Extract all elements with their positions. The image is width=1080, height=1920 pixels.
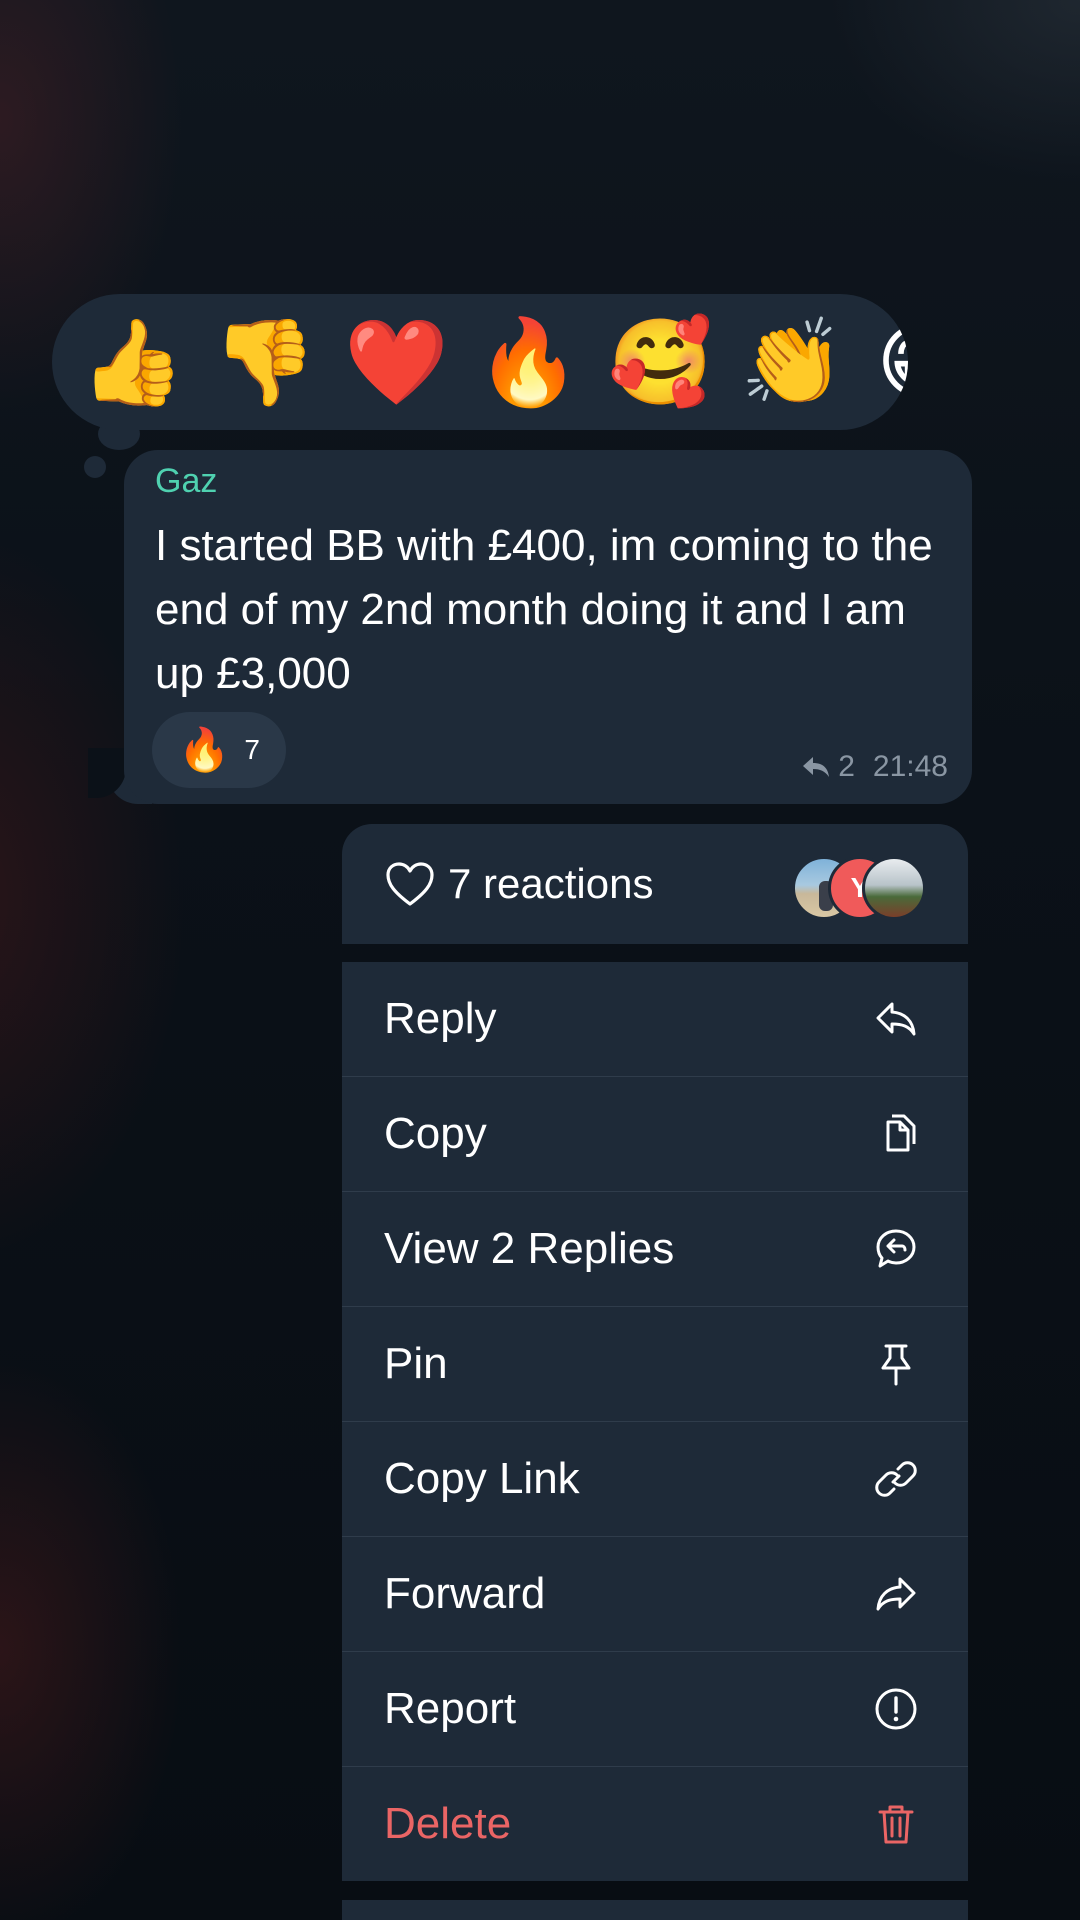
menu-item-copy[interactable]: Copy	[342, 1077, 968, 1192]
context-menu: Reply Copy View 2 Replies Pin Copy Link …	[342, 962, 968, 1881]
menu-item-label: Reply	[384, 994, 497, 1043]
menu-item-pin[interactable]: Pin	[342, 1307, 968, 1422]
message-text: I started BB with £400, im coming to the…	[155, 521, 933, 698]
reaction-emoji-row: 👍 👎 ❤️ 🔥 🥰 👏 😁	[80, 294, 908, 430]
report-icon	[872, 1685, 920, 1733]
heart-outline-icon	[386, 862, 434, 906]
menu-item-label: Pin	[384, 1339, 448, 1388]
copy-icon	[872, 1110, 920, 1158]
reaction-smiling-hearts[interactable]: 🥰	[608, 314, 713, 410]
forward-icon	[872, 1570, 920, 1618]
menu-item-report[interactable]: Report	[342, 1652, 968, 1767]
view-replies-icon	[872, 1225, 920, 1273]
menu-item-view-replies[interactable]: View 2 Replies	[342, 1192, 968, 1307]
reaction-grin[interactable]: 😁	[872, 314, 908, 410]
fire-icon: 🔥	[178, 725, 231, 773]
menu-item-label: View 2 Replies	[384, 1224, 675, 1273]
reaction-thumbs-up[interactable]: 👍	[80, 314, 185, 410]
menu-item-label: Report	[384, 1684, 517, 1733]
reactions-label-group: 7 reactions	[384, 824, 653, 944]
menu-item-label: Copy Link	[384, 1454, 580, 1503]
menu-item-forward[interactable]: Forward	[342, 1537, 968, 1652]
reply-arrow-icon	[803, 757, 830, 777]
message-time: 21:48	[872, 750, 948, 783]
menu-item-copy-link[interactable]: Copy Link	[342, 1422, 968, 1537]
menu-footer	[342, 1900, 968, 1920]
message-meta[interactable]: 2 21:48	[800, 750, 948, 784]
menu-item-label: Forward	[384, 1569, 546, 1618]
menu-item-label: Copy	[384, 1109, 487, 1158]
reaction-thumbs-down[interactable]: 👎	[212, 314, 317, 410]
reaction-count: 7	[244, 734, 260, 765]
menu-item-delete[interactable]: Delete	[342, 1767, 968, 1881]
menu-item-label: Delete	[384, 1799, 512, 1848]
link-icon	[872, 1455, 920, 1503]
reactions-count-label: 7 reactions	[448, 860, 654, 907]
reactions-summary[interactable]: 7 reactions Y	[342, 824, 968, 944]
reaction-clapping[interactable]: 👏	[740, 314, 845, 410]
sender-name[interactable]: Gaz	[155, 462, 217, 501]
pin-icon	[872, 1340, 920, 1388]
trash-icon	[872, 1800, 920, 1848]
reaction-picker: 👍 👎 ❤️ 🔥 🥰 👏 😁	[52, 294, 908, 430]
reaction-heart[interactable]: ❤️	[344, 314, 449, 410]
avatar	[862, 856, 926, 920]
picker-tail-dot	[84, 456, 106, 478]
reply-icon	[872, 995, 920, 1043]
reaction-fire[interactable]: 🔥	[476, 314, 581, 410]
reply-count: 2	[838, 750, 855, 783]
menu-item-reply[interactable]: Reply	[342, 962, 968, 1077]
reaction-chip[interactable]: 🔥 7	[152, 712, 286, 788]
reactor-avatars: Y	[792, 856, 926, 920]
